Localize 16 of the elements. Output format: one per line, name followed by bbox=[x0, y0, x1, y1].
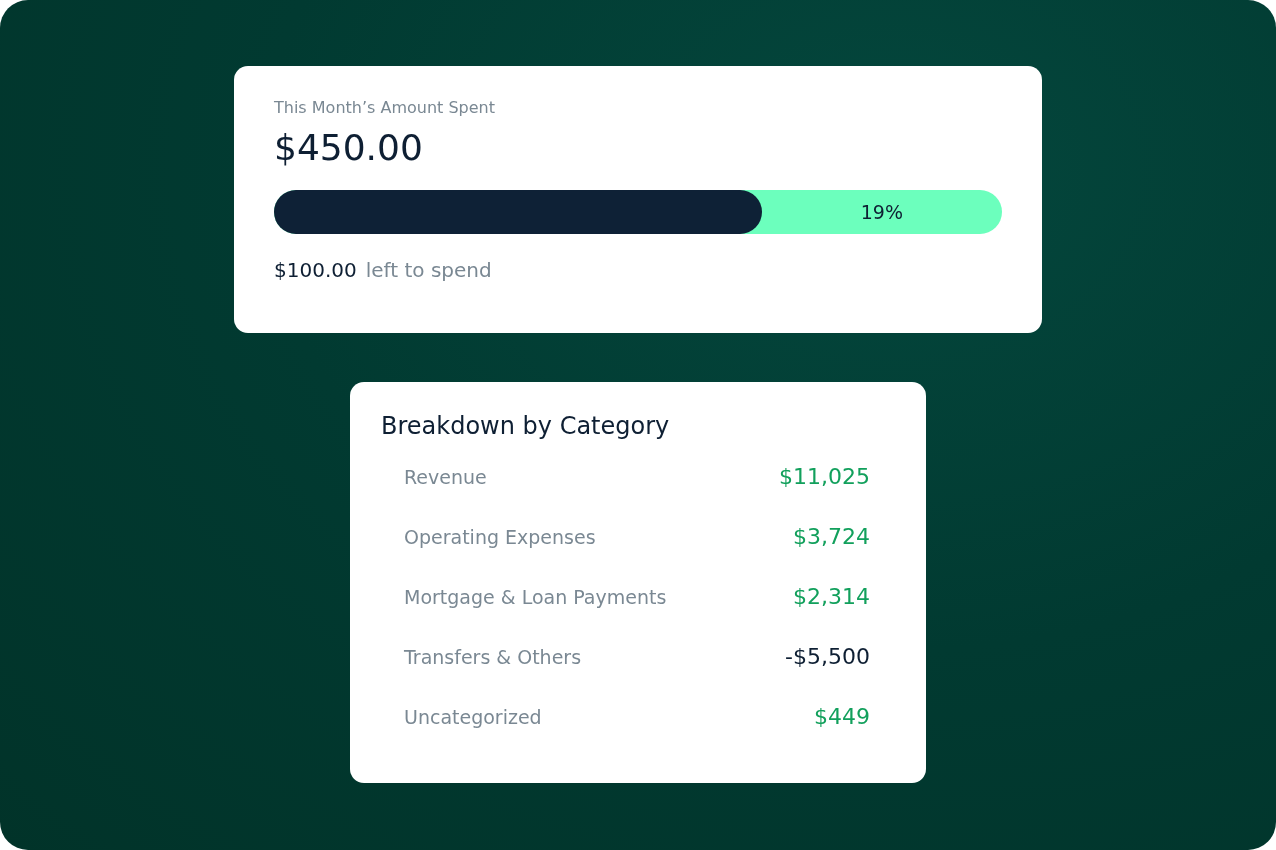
category-label: Operating Expenses bbox=[404, 525, 596, 548]
category-label: Transfers & Others bbox=[404, 645, 582, 668]
category-amount: $449 bbox=[814, 704, 870, 729]
remaining-label: left to spend bbox=[365, 258, 492, 282]
amount-spent: $450.00 bbox=[274, 127, 424, 168]
category-amount: $3,724 bbox=[793, 524, 870, 549]
category-amount: $11,025 bbox=[779, 464, 870, 489]
category-label: Uncategorized bbox=[404, 705, 542, 728]
category-amount: -$5,500 bbox=[785, 644, 870, 669]
category-label: Revenue bbox=[404, 465, 487, 488]
card-label: This Month’s Amount Spent bbox=[274, 98, 496, 117]
remaining-amount: $100.00 bbox=[274, 258, 357, 282]
card-title: Breakdown by Category bbox=[381, 412, 671, 440]
category-label: Mortgage & Loan Payments bbox=[404, 585, 667, 608]
category-amount: $2,314 bbox=[793, 584, 870, 609]
progress-percent: 19% bbox=[859, 200, 904, 225]
